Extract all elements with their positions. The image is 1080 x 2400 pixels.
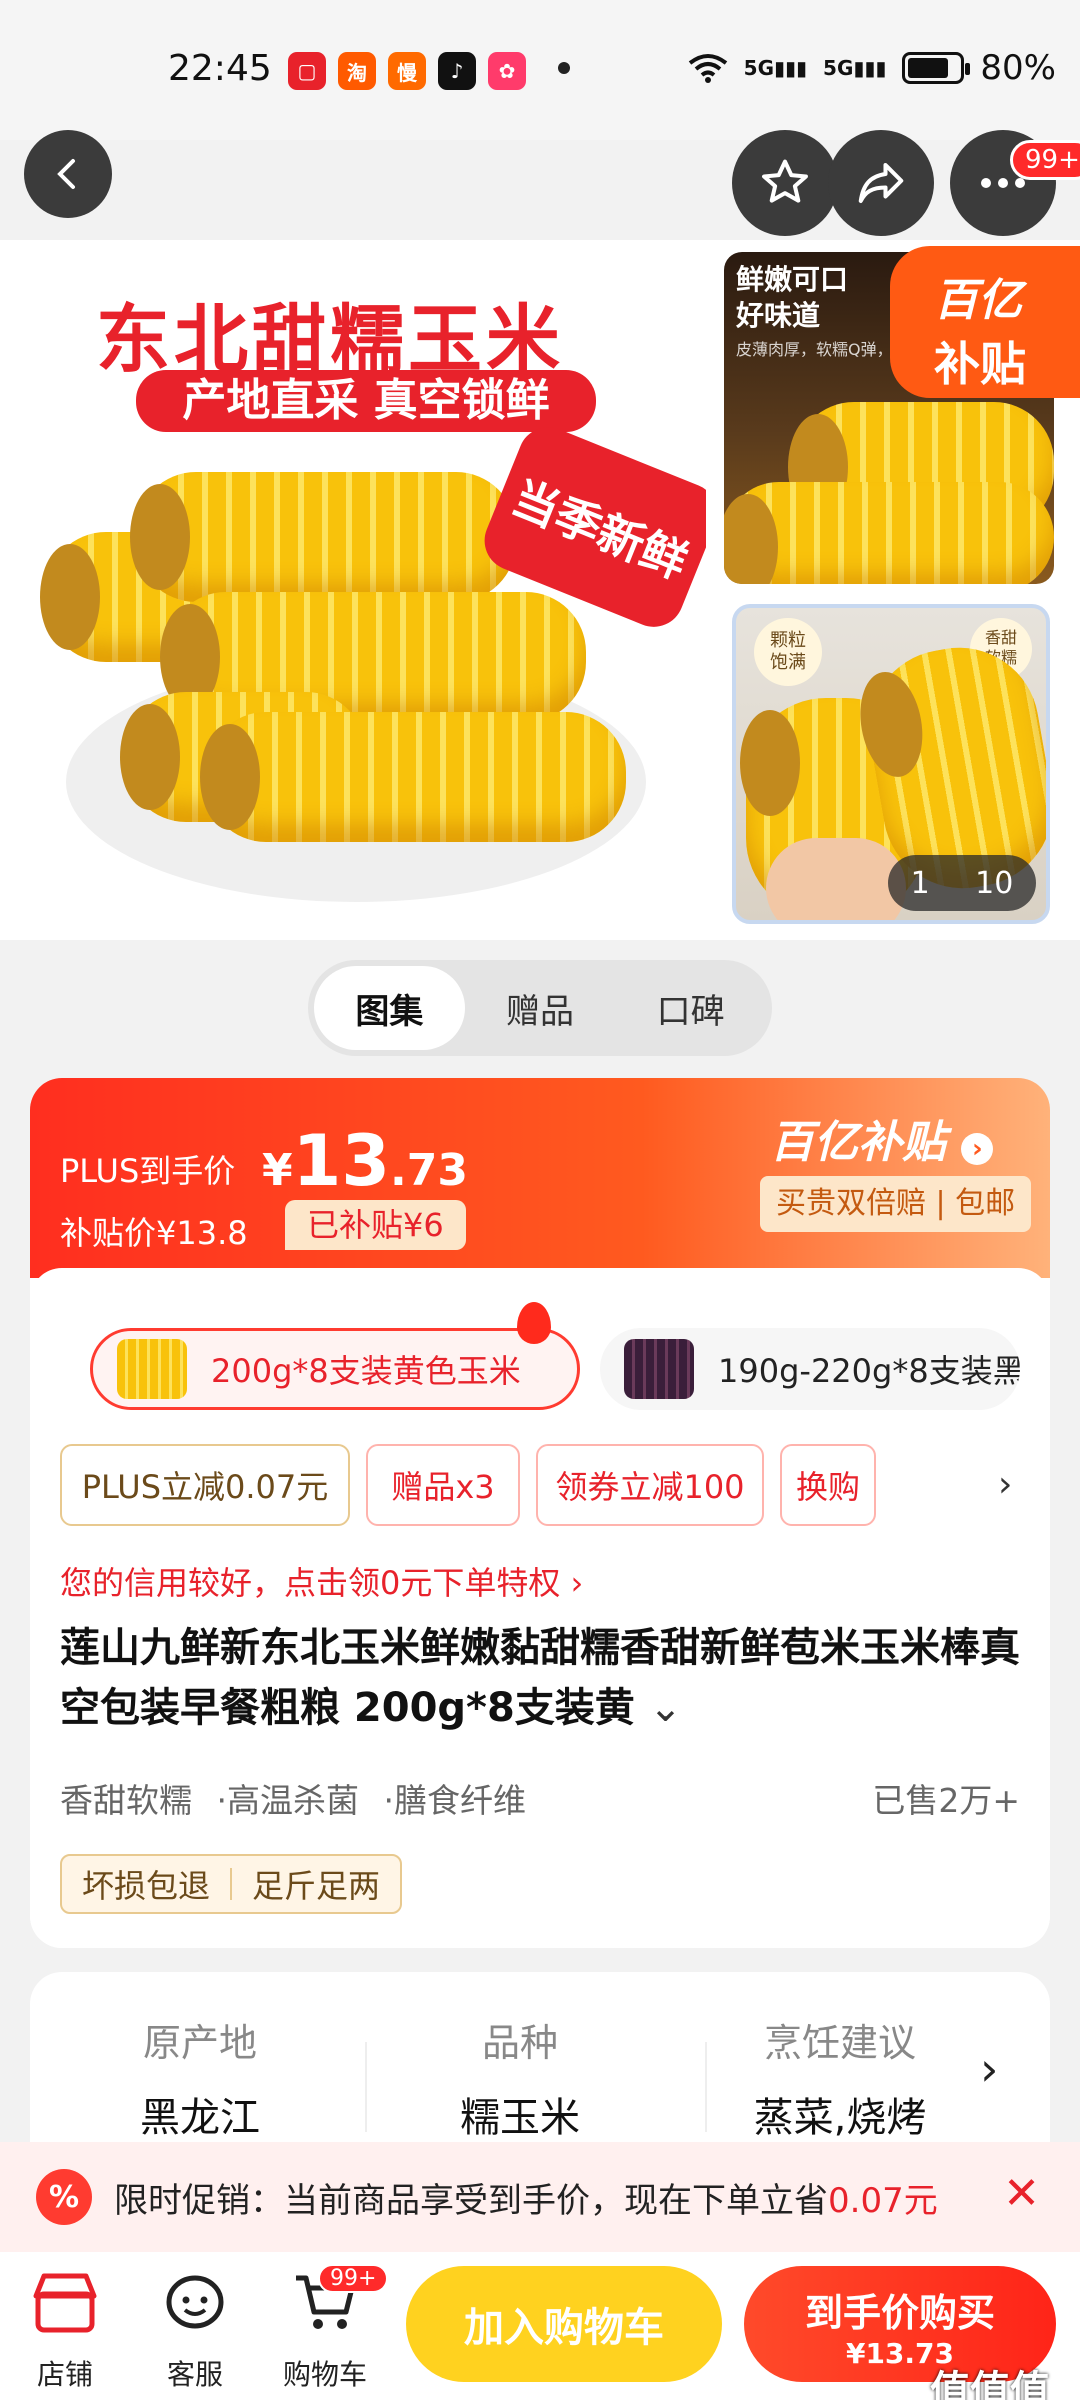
- media-tabs: 图集 赠品 口碑: [308, 960, 772, 1056]
- store-button[interactable]: 店铺: [10, 2268, 120, 2393]
- promo-banner[interactable]: % 限时促销：当前商品享受到手价，现在下单立省0.07元 ✕: [0, 2142, 1080, 2252]
- badge-line-2: 补贴: [934, 337, 1026, 391]
- chat-icon: [166, 2275, 224, 2329]
- discount-icon: %: [36, 2169, 92, 2225]
- attribute-variety: 品种 糯玉米: [460, 2021, 580, 2141]
- product-attributes[interactable]: 原产地 黑龙江 品种 糯玉米 烹饪建议 蒸菜,烧烤 ›: [30, 1972, 1050, 2142]
- tab-gifts[interactable]: 赠品: [465, 966, 616, 1050]
- app-notification-icon: 慢: [388, 52, 426, 90]
- price-card: PLUS到手价 ¥13.73 补贴价¥13.8 已补贴¥6 百亿补贴 › 买贵双…: [30, 1078, 1050, 1948]
- hand: [766, 838, 906, 920]
- guarantee-tags[interactable]: 坏损包退 足斤足两: [60, 1854, 403, 1914]
- status-bar: 22:45 ▢ 淘 慢 ♪ ✿ 5G▮▮▮ 5G▮▮▮ 80%: [0, 0, 1080, 140]
- more-badge: 99+: [1010, 140, 1080, 180]
- sold-count: 已售2万+: [872, 1781, 1020, 1820]
- divider: [365, 2042, 367, 2132]
- attribute-cooking: 烹饪建议 蒸菜,烧烤: [753, 2021, 927, 2141]
- thumb-title: 鲜嫩可口 好味道: [736, 263, 849, 332]
- image-subtitle: 产地直采 真空锁鲜: [136, 370, 596, 432]
- share-icon: [858, 162, 904, 204]
- product-title[interactable]: 莲山九鲜新东北玉米鲜嫩黏甜糯香甜新鲜苞米玉米棒真空包装早餐粗粮 200g*8支装…: [60, 1618, 1030, 1738]
- corn-cob: [130, 472, 516, 602]
- price-guarantee: 买贵双倍赔 | 包邮: [760, 1176, 1032, 1232]
- chevron-left-icon: [57, 159, 75, 189]
- subsidy-price: 补贴价¥13.8: [60, 1214, 248, 1252]
- credit-link[interactable]: 您的信用较好，点击领0元下单特权 ›: [60, 1558, 583, 1604]
- exchange-chip[interactable]: 换购: [780, 1444, 876, 1526]
- sku-thumbnail: [117, 1339, 187, 1399]
- chevron-right-icon[interactable]: ›: [998, 1464, 1012, 1505]
- share-button[interactable]: [828, 130, 934, 236]
- add-to-cart-button[interactable]: 加入购物车: [406, 2266, 722, 2382]
- tag-badge: 颗粒 饱满: [754, 618, 822, 686]
- badge-line-1: 百亿: [934, 275, 1022, 326]
- back-button[interactable]: [24, 130, 112, 218]
- signal-icon: 5G▮▮▮: [823, 56, 887, 80]
- tab-gallery[interactable]: 图集: [314, 966, 465, 1050]
- cart-badge: 99+: [318, 2264, 389, 2293]
- corn-cob: [724, 482, 1054, 584]
- customer-service-button[interactable]: 客服: [140, 2268, 250, 2393]
- chevron-right-icon[interactable]: ›: [980, 2042, 998, 2096]
- corn-cob: [200, 712, 626, 842]
- plus-price-label: PLUS到手价: [60, 1152, 236, 1190]
- star-icon: [762, 159, 808, 203]
- taobao-icon: 淘: [338, 52, 376, 90]
- divider: [705, 2042, 707, 2132]
- coupon-chip[interactable]: 领券立减100: [536, 1444, 764, 1526]
- sku-thumbnail: [624, 1339, 694, 1399]
- battery-level: 80%: [980, 48, 1056, 88]
- hot-icon: [517, 1302, 551, 1344]
- status-right: 5G▮▮▮ 5G▮▮▮ 80%: [688, 48, 1056, 88]
- sku-option[interactable]: 200g*8支装黄色玉米: [90, 1328, 580, 1410]
- subsidy-saved-badge: 已补贴¥6: [285, 1200, 466, 1250]
- attribute-origin: 原产地 黑龙江: [140, 2021, 260, 2141]
- more-notifications-icon: [558, 62, 570, 74]
- store-icon: [33, 2273, 97, 2333]
- product-gallery: 东北甜糯玉米 产地直采 真空锁鲜 当季新鲜 鲜嫩可口 好味道 皮薄肉厚，软糯Q弹，…: [0, 240, 1080, 940]
- billion-subsidy-badge: 百亿 补贴: [890, 246, 1080, 398]
- price-header: PLUS到手价 ¥13.73 补贴价¥13.8 已补贴¥6 百亿补贴 › 买贵双…: [30, 1078, 1050, 1278]
- final-price: ¥13.73: [262, 1120, 468, 1202]
- sku-option[interactable]: 190g-220g*8支装黑: [600, 1328, 1020, 1410]
- plus-discount-chip[interactable]: PLUS立减0.07元: [60, 1444, 350, 1526]
- billion-subsidy-link[interactable]: 百亿补贴 ›: [770, 1106, 994, 1170]
- clock: 22:45: [168, 48, 272, 89]
- close-icon[interactable]: ✕: [1003, 2168, 1040, 2219]
- signal-icon: 5G▮▮▮: [743, 56, 808, 80]
- promo-text: 限时促销：当前商品享受到手价，现在下单立省0.07元: [114, 2180, 938, 2221]
- tiktok-icon: ♪: [438, 52, 476, 90]
- chevron-right-icon: ›: [961, 1133, 994, 1165]
- product-features: 香甜软糯 ·高温杀菌 ·膳食纤维: [60, 1781, 526, 1820]
- bottom-action-bar: 店铺 客服 购物车 99+ 加入购物车 到手价购买 ¥13.73 值值值: [0, 2252, 1080, 2400]
- price-body: 200g*8支装黄色玉米 190g-220g*8支装黑 PLUS立减0.07元 …: [30, 1268, 1050, 1948]
- main-product-image[interactable]: 东北甜糯玉米 产地直采 真空锁鲜 当季新鲜: [26, 252, 706, 932]
- app-notification-icon: ▢: [288, 52, 326, 90]
- app-notification-icon: ✿: [488, 52, 526, 90]
- wifi-icon: [688, 54, 727, 83]
- battery-icon: [902, 52, 971, 84]
- favorite-button[interactable]: [732, 130, 838, 236]
- gift-chip[interactable]: 赠品x3: [366, 1444, 520, 1526]
- watermark: 值值值: [930, 2368, 1050, 2400]
- tab-reviews[interactable]: 口碑: [615, 966, 766, 1050]
- image-counter: 1 10: [888, 855, 1036, 911]
